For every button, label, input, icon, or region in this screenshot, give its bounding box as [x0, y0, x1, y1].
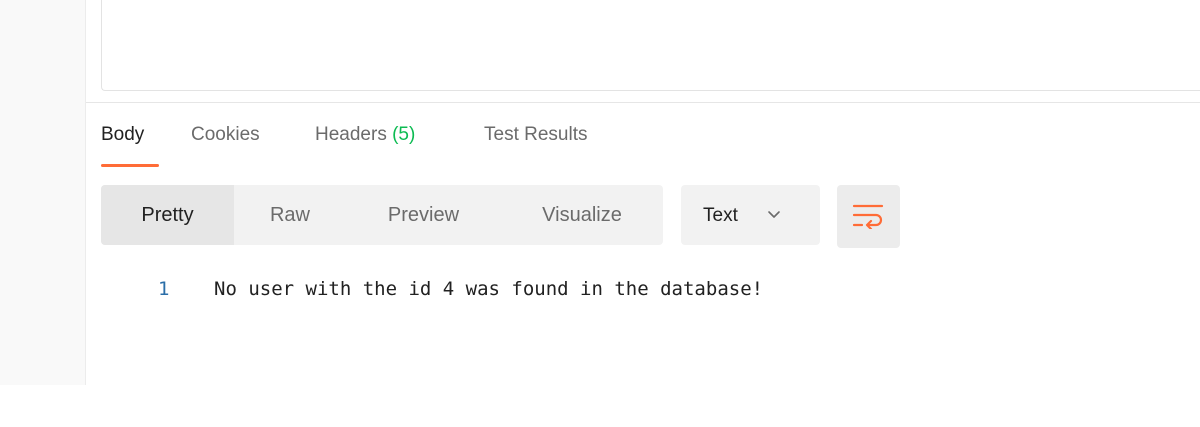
- request-body-editor[interactable]: [101, 0, 1200, 91]
- tab-headers[interactable]: Headers (5): [315, 124, 415, 146]
- pane-divider[interactable]: [86, 102, 1200, 103]
- tab-headers-label: Headers: [315, 124, 387, 145]
- view-raw-button[interactable]: Raw: [234, 185, 346, 245]
- response-body-line[interactable]: No user with the id 4 was found in the d…: [214, 278, 763, 300]
- left-sidebar-gutter: [0, 0, 86, 385]
- line-number: 1: [158, 278, 170, 300]
- format-select-value: Text: [703, 205, 738, 226]
- view-visualize-button[interactable]: Visualize: [501, 185, 663, 245]
- tab-cookies[interactable]: Cookies: [191, 124, 260, 146]
- tab-body[interactable]: Body: [101, 124, 144, 146]
- word-wrap-button[interactable]: [837, 185, 900, 248]
- tab-test-results[interactable]: Test Results: [484, 124, 587, 146]
- active-tab-indicator: [101, 164, 159, 167]
- view-pretty-button[interactable]: Pretty: [101, 185, 234, 245]
- view-preview-button[interactable]: Preview: [346, 185, 501, 245]
- chevron-down-icon: [768, 211, 780, 218]
- word-wrap-icon: [852, 204, 884, 229]
- format-select[interactable]: Text: [681, 185, 820, 245]
- view-mode-selector: Pretty Raw Preview Visualize: [101, 185, 663, 245]
- headers-count: (5): [392, 124, 416, 145]
